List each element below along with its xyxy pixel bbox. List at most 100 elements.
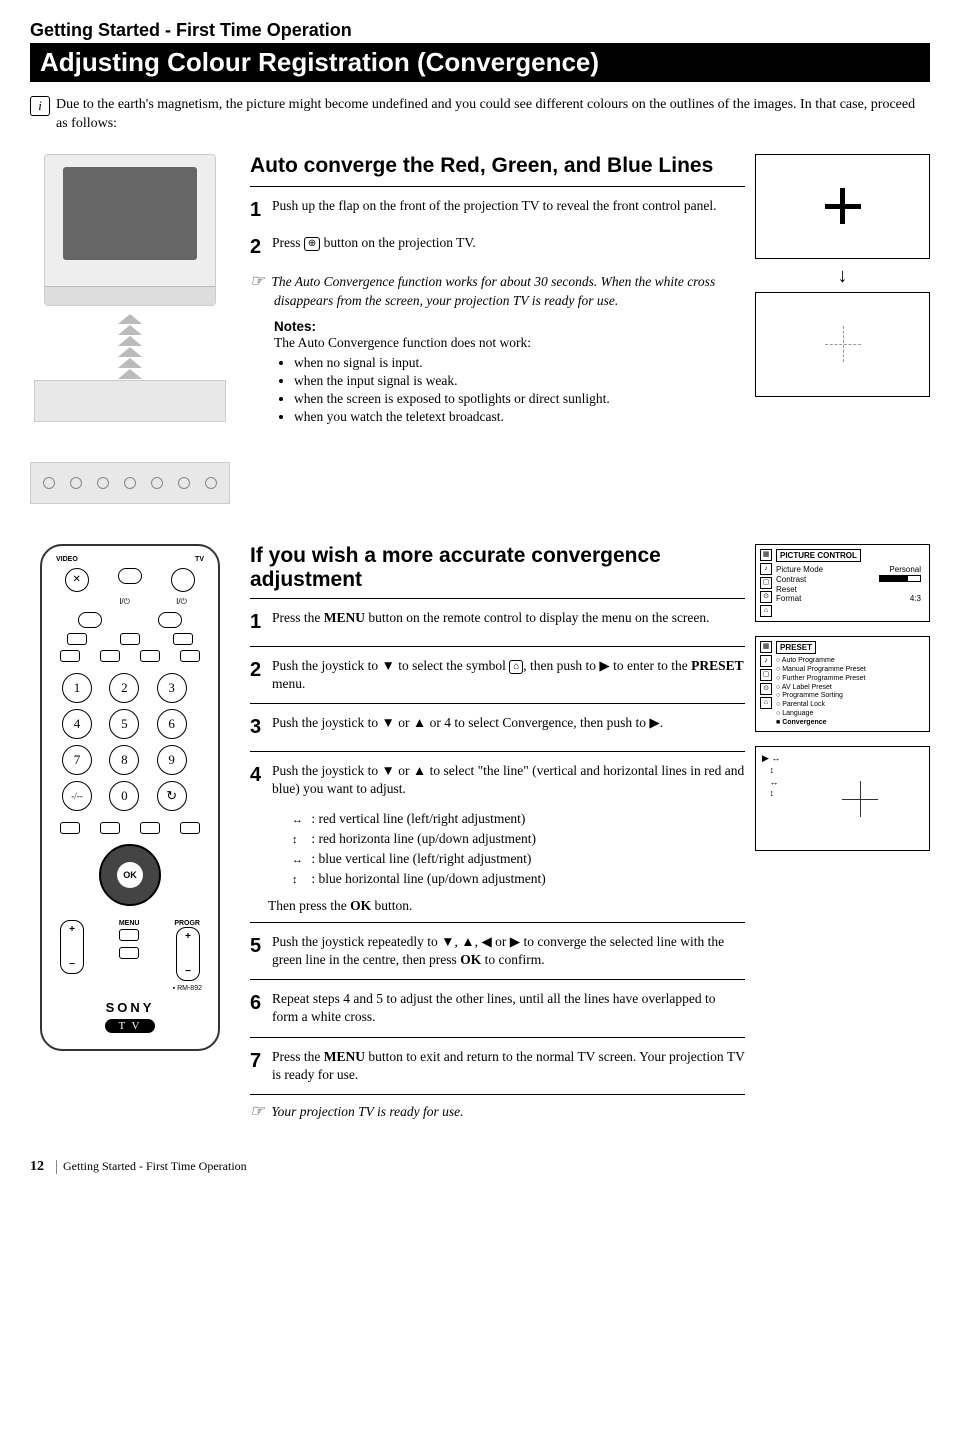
remote-button (120, 633, 140, 645)
notes-item: when the screen is exposed to spotlights… (294, 390, 745, 408)
key-cycle: ↻ (157, 781, 187, 811)
remote-keypad: 1 2 3 4 5 6 7 8 9 -/-- 0 ↻ (50, 667, 210, 817)
osd2-item: Parental Lock (782, 701, 825, 708)
converge-button-icon: ⊕ (304, 237, 320, 251)
section2-step1: 1 Press the MENU button on the remote co… (250, 609, 745, 636)
osd-preset: ▦ ♪ ▢ ⊙ ⌂ PRESET ○ Auto Programme ○ Manu… (755, 636, 930, 733)
key-dash: -/-- (62, 781, 92, 811)
key-4: 4 (62, 709, 92, 739)
arrow-down-icon: ↓ (755, 265, 930, 288)
page-footer: 12 Getting Started - First Time Operatio… (30, 1159, 930, 1175)
pointing-hand-icon: ☞ (250, 271, 268, 293)
osd2-item: Language (782, 710, 813, 717)
info-icon: i (30, 96, 50, 116)
tv-illustration (44, 154, 216, 306)
osd1-row: Picture Mode (776, 565, 823, 575)
ok-button-label: OK (117, 862, 143, 888)
remote-button (158, 612, 182, 628)
breadcrumb: Getting Started - First Time Operation (30, 20, 930, 41)
notes-item: when the input signal is weak. (294, 372, 745, 390)
section1-hint: ☞ The Auto Convergence function works fo… (274, 271, 745, 311)
osd-tab-icon: ⊙ (760, 591, 772, 603)
osd-tab-icon: ▢ (760, 669, 772, 681)
osd-tab-icon: ▢ (760, 577, 772, 589)
step4-sub3: ↔ : blue vertical line (left/right adjus… (292, 849, 745, 869)
osd-tab-icon: ▦ (760, 549, 772, 561)
key-7: 7 (62, 745, 92, 775)
section2-step4: 4 Push the joystick to ▼ or ▲ to select … (250, 762, 745, 798)
page-header: Getting Started - First Time Operation A… (30, 20, 930, 82)
screen-cross-dashed (755, 292, 930, 397)
remote-control-illustration: VIDEO TV ✕ I/⏻ I/⏻ (40, 544, 220, 1051)
osd1-row: Format (776, 594, 801, 604)
key-1: 1 (62, 673, 92, 703)
osd-tab-icon: ♪ (760, 655, 772, 667)
progr-label: PROGR (174, 920, 200, 927)
joystick-ok: OK (99, 844, 161, 906)
remote-button (180, 650, 200, 662)
notes-item: when you watch the teletext broadcast. (294, 408, 745, 426)
section1-step1: 1 Push up the flap on the front of the p… (250, 197, 745, 224)
step4-sub1: ↔ : red vertical line (left/right adjust… (292, 809, 745, 829)
arrow-stack-icon (30, 314, 230, 379)
osd-picture-control: ▦ ♪ ▢ ⊙ ⌂ PICTURE CONTROL Picture ModePe… (755, 544, 930, 622)
tv-badge: T V (105, 1019, 155, 1033)
info-block: i Due to the earth's magnetism, the pict… (30, 96, 930, 134)
remote-button (180, 822, 200, 834)
step4-sub4: ↕ : blue horizontal line (up/down adjust… (292, 869, 745, 889)
preset-icon: ⌂ (509, 660, 523, 674)
info-text: Due to the earth's magnetism, the pictur… (56, 96, 930, 134)
volume-pill: +− (60, 920, 84, 974)
front-panel-illustration (30, 462, 230, 504)
footer-text: Getting Started - First Time Operation (63, 1159, 247, 1174)
power-label: I/⏻ (176, 597, 187, 607)
page-title: Adjusting Colour Registration (Convergen… (30, 43, 930, 82)
tv-power-button (171, 568, 195, 592)
pointing-hand-icon: ☞ (250, 1101, 268, 1123)
section2-title: If you wish a more accurate convergence … (250, 544, 745, 592)
key-6: 6 (157, 709, 187, 739)
illustration-column-1 (30, 154, 230, 514)
section2-final-hint: ☞ Your projection TV is ready for use. (274, 1101, 745, 1123)
key-8: 8 (109, 745, 139, 775)
step4-sub2: ↕ : red horizonta line (up/down adjustme… (292, 829, 745, 849)
notes-heading: Notes: (274, 319, 745, 334)
screen-cross-solid (755, 154, 930, 259)
remote-button (60, 650, 80, 662)
osd-tab-icon: ⌂ (760, 697, 772, 709)
section2-step6: 6 Repeat steps 4 and 5 to adjust the oth… (250, 990, 745, 1026)
remote-button (100, 822, 120, 834)
video-power-button (118, 568, 142, 584)
remote-button (60, 822, 80, 834)
notes-item: when no signal is input. (294, 354, 745, 372)
notes-list: when no signal is input. when the input … (274, 354, 745, 427)
brand-logo: SONY (50, 1000, 210, 1015)
remote-button (140, 822, 160, 834)
remote-tv-label: TV (195, 556, 204, 563)
section1-title: Auto converge the Red, Green, and Blue L… (250, 154, 745, 187)
section2-step3: 3 Push the joystick to ▼ or ▲ or 4 to se… (250, 714, 745, 741)
remote-button (140, 650, 160, 662)
osd1-title: PICTURE CONTROL (776, 549, 861, 563)
key-2: 2 (109, 673, 139, 703)
flap-illustration (34, 380, 226, 422)
mute-button: ✕ (65, 568, 89, 592)
osd2-item: Further Programme Preset (782, 675, 865, 682)
osd2-item: Programme Sorting (782, 692, 843, 699)
remote-model: ▪ RM-892 (50, 985, 210, 992)
osd-convergence-adjust: ▶ ↔ ↕ ↔ ↕ (755, 746, 930, 851)
key-9: 9 (157, 745, 187, 775)
osd-tab-icon: ⌂ (760, 605, 772, 617)
osd1-row: Reset (776, 585, 797, 594)
osd2-item-selected: Convergence (782, 719, 826, 726)
osd2-title: PRESET (776, 641, 816, 655)
key-5: 5 (109, 709, 139, 739)
page-number: 12 (30, 1159, 44, 1175)
key-0: 0 (109, 781, 139, 811)
remote-column: VIDEO TV ✕ I/⏻ I/⏻ (30, 544, 230, 1129)
menu-button (119, 929, 139, 941)
remote-button (78, 612, 102, 628)
osd-tab-icon: ♪ (760, 563, 772, 575)
section1-step2: 2 Press ⊕ button on the projection TV. (250, 234, 745, 261)
notes-intro: The Auto Convergence function does not w… (274, 334, 745, 352)
